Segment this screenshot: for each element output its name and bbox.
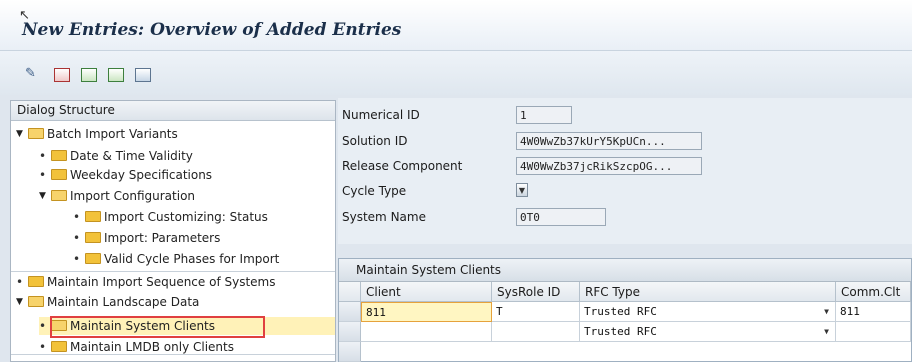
tree-node-label: Weekday Specifications — [70, 168, 213, 182]
bullet-icon: • — [39, 149, 47, 163]
row-selector[interactable] — [339, 302, 361, 322]
sysrole-cell[interactable]: T — [492, 302, 580, 322]
tree-node-label: Import: Parameters — [104, 231, 221, 245]
system-name-field[interactable]: 0T0 — [516, 208, 606, 226]
column-header-rfc-type[interactable]: RFC Type — [580, 282, 836, 302]
solution-id-field[interactable]: 4W0WwZb37kUrY5KpUCn... — [516, 132, 702, 150]
column-header-comm-clt[interactable]: Comm.Clt — [836, 282, 911, 302]
folder-icon — [85, 253, 101, 264]
folder-icon — [85, 232, 101, 243]
rfc-type-value: Trusted RFC — [584, 325, 657, 338]
row-selector[interactable] — [339, 322, 361, 342]
delete-row-icon[interactable] — [52, 66, 70, 82]
numerical-id-field[interactable]: 1 — [516, 106, 572, 124]
bullet-icon: • — [39, 168, 47, 182]
expand-triangle-icon[interactable]: ▼ — [16, 125, 26, 143]
tree-node-label: Maintain Import Sequence of Systems — [47, 275, 276, 289]
folder-icon — [51, 341, 67, 352]
cycle-type-label: Cycle Type — [342, 184, 407, 198]
tree-node-label: Date & Time Validity — [70, 149, 193, 163]
tree-divider — [11, 271, 335, 272]
tree-node-label: Batch Import Variants — [47, 127, 178, 141]
rfc-type-value: Trusted RFC — [584, 305, 657, 318]
tree-node-label: Maintain Landscape Data — [47, 295, 200, 309]
toolbar: ✎ — [0, 50, 912, 95]
bullet-icon: • — [39, 319, 47, 333]
selection-highlight-box — [50, 316, 265, 338]
release-component-field[interactable]: 4W0WwZb37jcRikSzcpOG... — [516, 157, 702, 175]
folder-icon — [51, 150, 67, 161]
client-cell[interactable]: 811 — [361, 302, 492, 322]
tree-node-label: Import Configuration — [70, 189, 196, 203]
table-title: Maintain System Clients — [339, 259, 911, 282]
folder-icon — [51, 169, 67, 180]
tree-node-label: Import Customizing: Status — [104, 210, 268, 224]
bullet-icon: • — [73, 231, 81, 245]
folder-open-icon — [28, 296, 44, 307]
tree-node-label: Valid Cycle Phases for Import — [104, 252, 280, 266]
tree-node-import-parameters[interactable]: • Import: Parameters — [73, 229, 220, 247]
page-title: New Entries: Overview of Added Entries — [22, 20, 402, 40]
deselect-all-icon[interactable] — [133, 66, 151, 82]
row-selector-header[interactable] — [339, 282, 361, 302]
display-change-icon[interactable]: ✎ — [25, 66, 43, 82]
tree-node-label: Maintain LMDB only Clients — [70, 340, 234, 354]
folder-open-icon — [51, 190, 67, 201]
comm-clt-cell[interactable] — [836, 322, 911, 342]
sysrole-cell[interactable] — [492, 322, 580, 342]
folder-icon — [28, 276, 44, 287]
release-component-label: Release Component — [342, 159, 463, 173]
tree-divider — [11, 354, 335, 355]
column-header-sysrole-id[interactable]: SysRole ID — [492, 282, 580, 302]
numerical-id-label: Numerical ID — [342, 108, 420, 122]
expand-triangle-icon[interactable]: ▼ — [39, 187, 49, 205]
tree-node-batch-import-variants[interactable]: ▼ Batch Import Variants — [16, 125, 178, 143]
solution-id-label: Solution ID — [342, 134, 408, 148]
system-clients-table: Maintain System Clients Client SysRole I… — [338, 258, 912, 362]
tree-node-maintain-import-sequence[interactable]: • Maintain Import Sequence of Systems — [16, 273, 276, 291]
folder-open-icon — [28, 128, 44, 139]
bullet-icon: • — [16, 275, 24, 289]
expand-triangle-icon[interactable]: ▼ — [16, 293, 26, 311]
comm-clt-cell[interactable]: 811 — [836, 302, 911, 322]
cycle-type-dropdown-icon[interactable]: ▼ — [516, 183, 528, 197]
dialog-structure-tree: Dialog Structure ▼ Batch Import Variants … — [10, 100, 336, 362]
dropdown-arrow-icon[interactable]: ▼ — [824, 302, 829, 321]
select-all-icon[interactable] — [79, 66, 97, 82]
rfc-type-cell[interactable]: Trusted RFC ▼ — [580, 322, 836, 342]
tree-node-valid-cycle-phases[interactable]: • Valid Cycle Phases for Import — [73, 250, 279, 268]
bullet-icon: • — [73, 210, 81, 224]
select-block-icon[interactable] — [106, 66, 124, 82]
dropdown-arrow-icon[interactable]: ▼ — [824, 322, 829, 341]
bullet-icon: • — [73, 252, 81, 266]
tree-node-weekday-specifications[interactable]: • Weekday Specifications — [39, 166, 212, 184]
title-bar: ↖ New Entries: Overview of Added Entries — [0, 0, 912, 50]
rfc-type-cell[interactable]: Trusted RFC ▼ — [580, 302, 836, 322]
tree-node-import-configuration[interactable]: ▼ Import Configuration — [39, 187, 195, 205]
tree-node-import-customizing-status[interactable]: • Import Customizing: Status — [73, 208, 268, 226]
tree-header: Dialog Structure — [11, 101, 335, 121]
detail-form: Numerical ID 1 Solution ID 4W0WwZb37kUrY… — [338, 98, 912, 244]
tree-node-date-time-validity[interactable]: • Date & Time Validity — [39, 147, 193, 165]
row-selector[interactable] — [339, 342, 361, 362]
column-header-client[interactable]: Client — [361, 282, 492, 302]
client-cell[interactable] — [361, 322, 492, 342]
tree-node-maintain-landscape-data[interactable]: ▼ Maintain Landscape Data — [16, 293, 199, 311]
folder-icon — [85, 211, 101, 222]
system-name-label: System Name — [342, 210, 426, 224]
